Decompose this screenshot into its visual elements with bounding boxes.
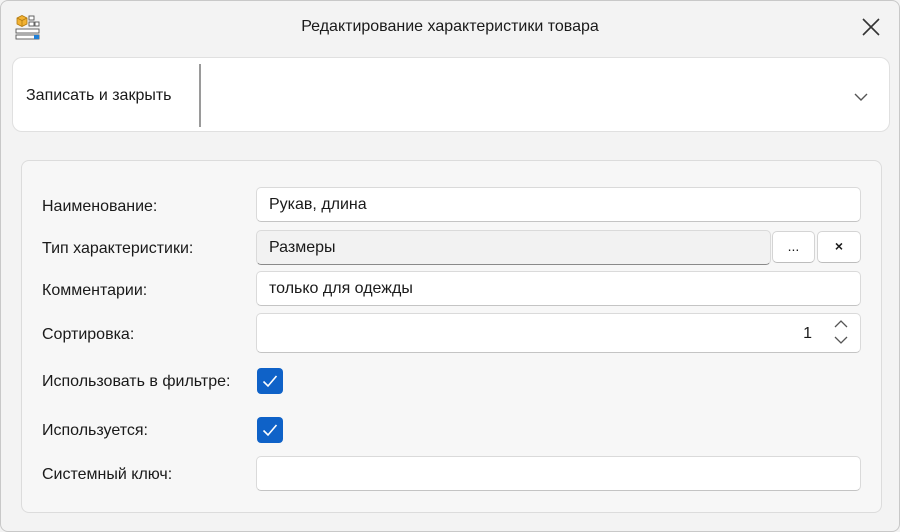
more-actions-button[interactable]: [853, 90, 869, 102]
type-select-button[interactable]: ...: [772, 231, 815, 263]
edit-characteristic-window: Редактирование характеристики товара Зап…: [0, 0, 900, 532]
syskey-field[interactable]: [256, 456, 861, 491]
filter-label: Использовать в фильтре:: [42, 373, 231, 390]
title-bar: Редактирование характеристики товара: [1, 1, 899, 53]
sort-value: 1: [803, 325, 812, 342]
chevron-down-icon[interactable]: [853, 91, 869, 103]
type-clear-button[interactable]: ×: [817, 231, 861, 263]
type-label: Тип характеристики:: [42, 240, 194, 257]
spin-up-down-icon[interactable]: [832, 319, 850, 345]
name-field[interactable]: Рукав, длина: [256, 187, 861, 222]
close-button[interactable]: [859, 15, 883, 39]
close-icon[interactable]: [859, 15, 883, 39]
filter-checkbox[interactable]: [257, 368, 283, 394]
command-bar: Записать и закрыть: [12, 57, 890, 132]
sort-label: Сортировка:: [42, 326, 135, 343]
form-panel: Наименование: Рукав, длина Тип характери…: [21, 160, 882, 513]
comment-label: Комментарии:: [42, 282, 148, 299]
checkmark-icon: [262, 424, 278, 437]
used-label: Используется:: [42, 422, 148, 439]
checkmark-icon: [262, 375, 278, 388]
name-label: Наименование:: [42, 198, 158, 215]
window-title: Редактирование характеристики товара: [301, 18, 599, 35]
save-and-close-button[interactable]: Записать и закрыть: [13, 58, 185, 131]
syskey-label: Системный ключ:: [42, 466, 173, 483]
comment-field[interactable]: только для одежды: [256, 271, 861, 306]
used-checkbox[interactable]: [257, 417, 283, 443]
sort-spinner[interactable]: [832, 319, 850, 345]
sort-number-field[interactable]: 1: [256, 313, 861, 353]
toolbar-separator: [199, 64, 201, 127]
type-field[interactable]: Размеры: [256, 230, 771, 265]
